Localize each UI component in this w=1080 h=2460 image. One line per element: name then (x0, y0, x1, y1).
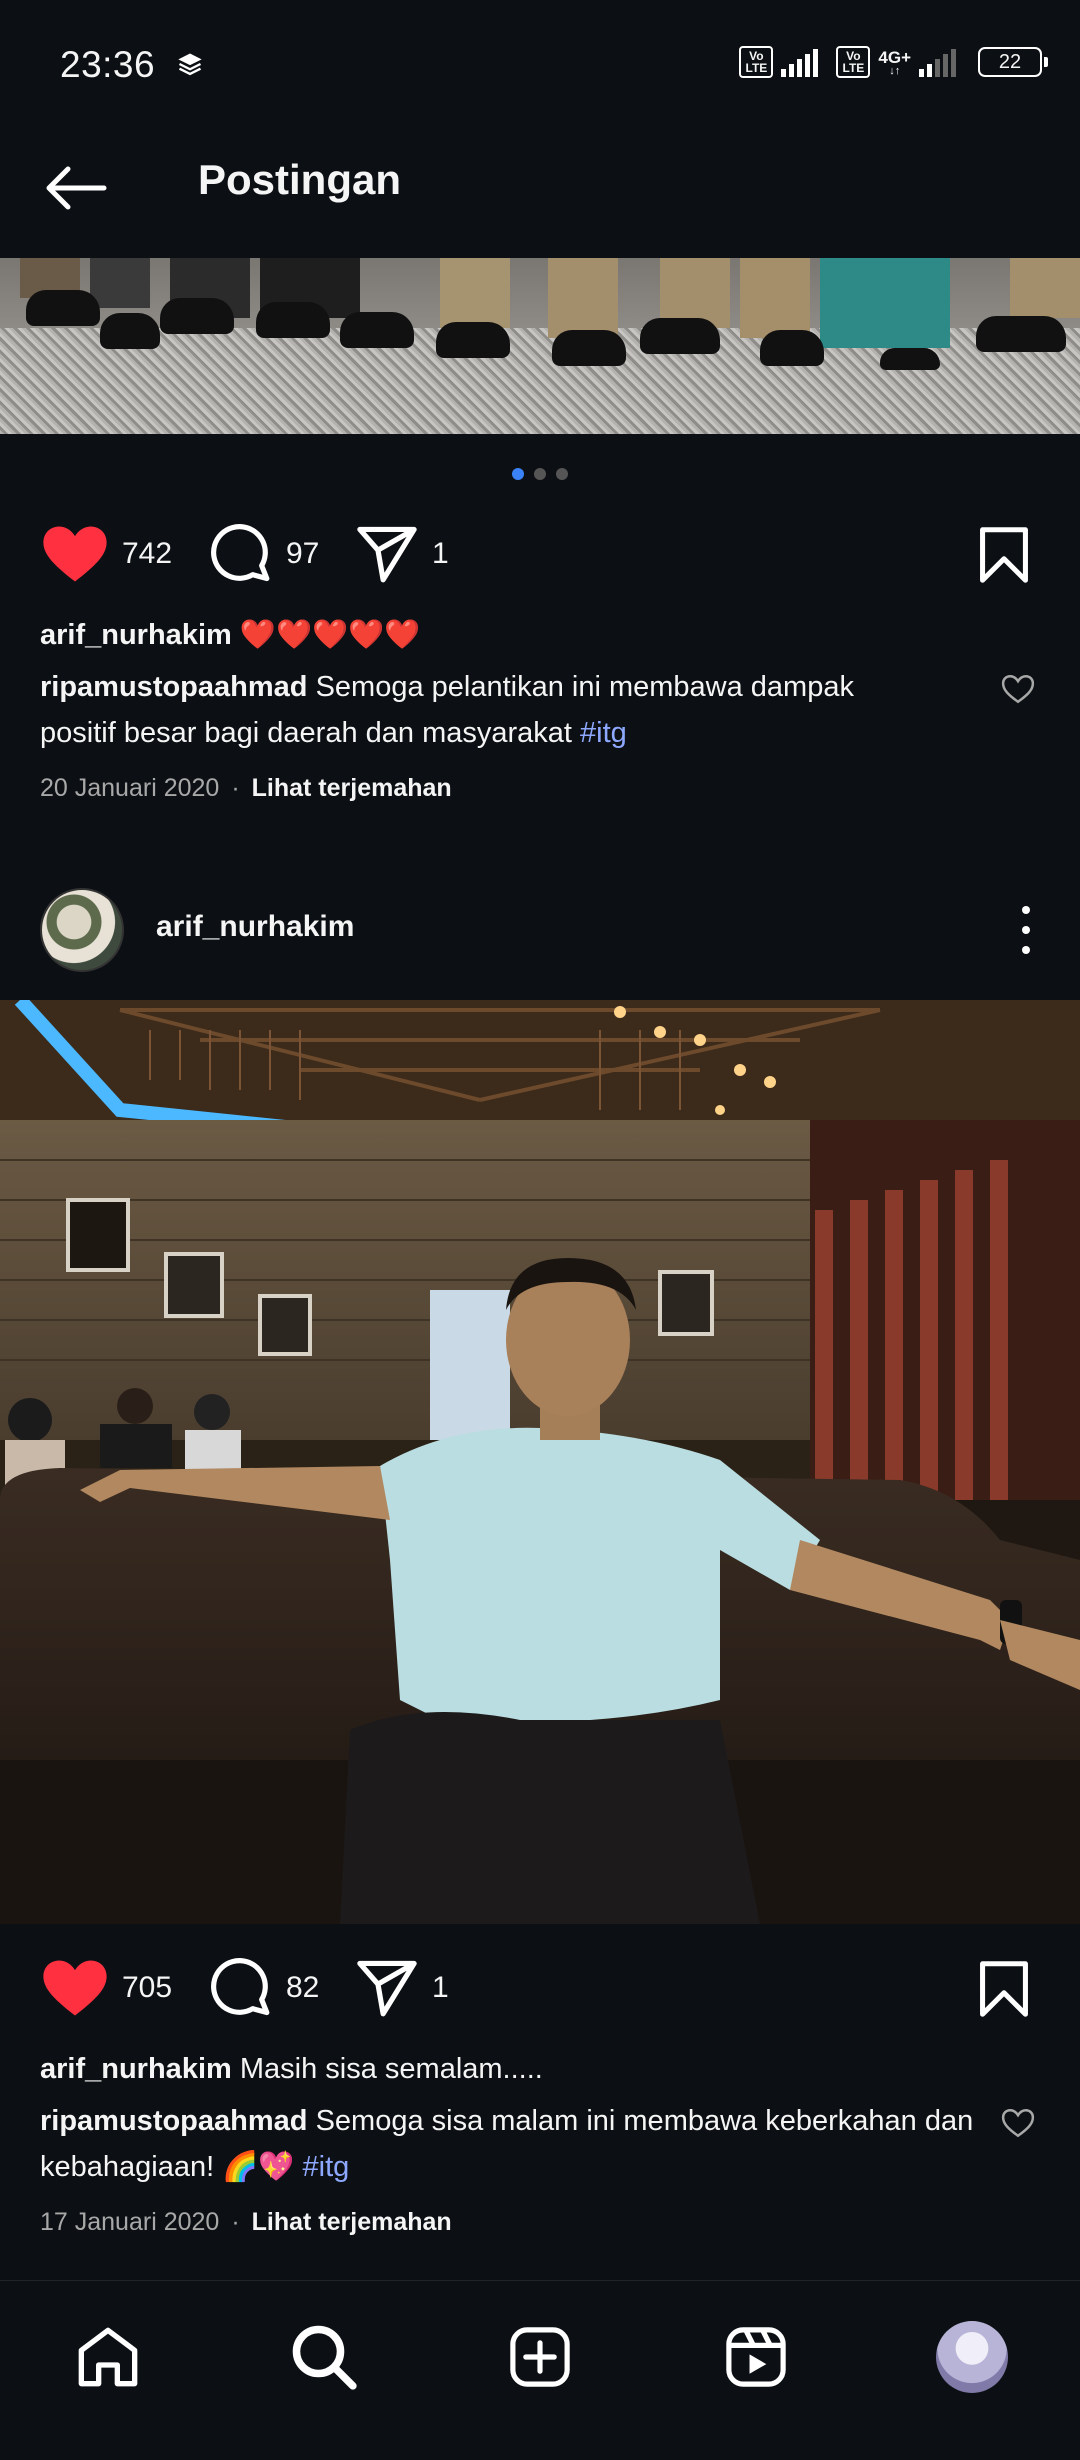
post1-image[interactable] (0, 258, 1080, 434)
profile-avatar (936, 2321, 1008, 2393)
nav-create[interactable] (500, 2317, 580, 2397)
post1-share-group: 1 (356, 514, 449, 594)
post2-comment-user[interactable]: ripamustopaahmad (40, 2105, 308, 2137)
post1-comment-count[interactable]: 97 (286, 537, 319, 571)
bookmark-icon[interactable] (978, 1960, 1030, 2018)
top-app-bar: Postingan (0, 128, 1080, 258)
comment-icon[interactable] (210, 523, 272, 585)
create-icon (510, 2327, 570, 2387)
post2-share-count[interactable]: 1 (432, 1971, 449, 2005)
nav-profile[interactable] (932, 2317, 1012, 2397)
bookmark-icon[interactable] (978, 526, 1030, 584)
post2-photo (0, 1000, 1080, 1924)
arrow-left-icon (46, 166, 107, 210)
meta-separator: · (231, 774, 240, 802)
post2-caption-user[interactable]: arif_nurhakim (40, 2053, 232, 2085)
post1-caption-text: ❤️❤️❤️❤️❤️ (239, 619, 421, 651)
page-title: Postingan (198, 156, 402, 203)
post1-comment: ripamustopaahmad Semoga pelantikan ini m… (40, 664, 920, 756)
avatar[interactable] (40, 888, 124, 972)
post2-actions: 705 82 1 (0, 1948, 1080, 2028)
post1-date: 20 Januari 2020 (40, 774, 220, 802)
post1-translate-link[interactable]: Lihat terjemahan (252, 774, 452, 802)
post2-comment-group: 82 (210, 1948, 319, 2028)
reels-icon (726, 2327, 786, 2387)
post1-caption-user[interactable]: arif_nurhakim (40, 619, 232, 651)
post2-date: 17 Januari 2020 (40, 2208, 220, 2236)
network-type: 4G+ (878, 47, 911, 67)
post2-comment-hashtag[interactable]: #itg (303, 2151, 350, 2183)
post2-caption: arif_nurhakim Masih sisa semalam..... (40, 2046, 1000, 2092)
carousel-dot (534, 468, 546, 480)
home-icon (78, 2327, 138, 2387)
post2-translate-link[interactable]: Lihat terjemahan (252, 2208, 452, 2236)
bottom-navigation (0, 2280, 1080, 2460)
send-icon[interactable] (356, 1959, 418, 2017)
post2-header: arif_nurhakim (0, 880, 1080, 980)
nav-home[interactable] (68, 2317, 148, 2397)
carousel-dot (512, 468, 524, 480)
network-indicator: 4G+ ↓↑ (878, 47, 911, 77)
signal-icon-2 (919, 47, 956, 77)
comment-like-icon[interactable] (1001, 2108, 1035, 2138)
carousel-indicator (0, 468, 1080, 480)
signal-icon (781, 47, 819, 77)
post2-caption-text: Masih sisa semalam..... (239, 2053, 543, 2085)
status-time: 23:36 (60, 44, 156, 85)
post1-comment-hashtag[interactable]: #itg (580, 717, 627, 749)
nav-reels[interactable] (716, 2317, 796, 2397)
meta-separator: · (231, 2208, 240, 2236)
volte-icon-2: Vo LTE (836, 46, 871, 78)
heart-filled-icon[interactable] (42, 1959, 108, 2017)
comment-icon[interactable] (210, 1957, 272, 2019)
search-icon (292, 2325, 357, 2390)
send-icon[interactable] (356, 525, 418, 583)
post1-meta: 20 Januari 2020 · Lihat terjemahan (40, 774, 452, 803)
post2-like-count[interactable]: 705 (122, 1971, 172, 2005)
more-options-icon[interactable] (1020, 906, 1032, 954)
post2-like-group: 705 (42, 1948, 172, 2028)
battery-level: 22 (998, 50, 1022, 73)
post1-share-count[interactable]: 1 (432, 537, 449, 571)
post1-like-group: 742 (42, 514, 172, 594)
volte-icon: Vo LTE (739, 46, 774, 78)
heart-filled-icon[interactable] (42, 525, 108, 583)
nav-search[interactable] (284, 2317, 364, 2397)
post1-comment-group: 97 (210, 514, 319, 594)
back-button[interactable] (40, 152, 112, 224)
post1-caption: arif_nurhakim ❤️❤️❤️❤️❤️ (40, 612, 1000, 658)
post2-comment: ripamustopaahmad Semoga sisa malam ini m… (40, 2098, 980, 2190)
battery-icon: 22 (978, 47, 1048, 77)
carousel-dot (556, 468, 568, 480)
comment-like-icon[interactable] (1001, 674, 1035, 704)
status-indicators: Vo LTE Vo LTE 4G+ ↓↑ 22 (739, 46, 1048, 78)
post1-like-count[interactable]: 742 (122, 537, 172, 571)
post2-meta: 17 Januari 2020 · Lihat terjemahan (40, 2208, 452, 2237)
post2-share-group: 1 (356, 1948, 449, 2028)
post2-comment-count[interactable]: 82 (286, 1971, 319, 2005)
status-bar: 23:36 Vo LTE Vo LTE 4G+ ↓↑ 22 (0, 0, 1080, 128)
post1-actions: 742 97 1 (0, 514, 1080, 594)
post2-username[interactable]: arif_nurhakim (156, 910, 354, 944)
layers-icon (178, 53, 202, 76)
post1-comment-user[interactable]: ripamustopaahmad (40, 671, 308, 703)
post2-image[interactable] (0, 1000, 1080, 1924)
